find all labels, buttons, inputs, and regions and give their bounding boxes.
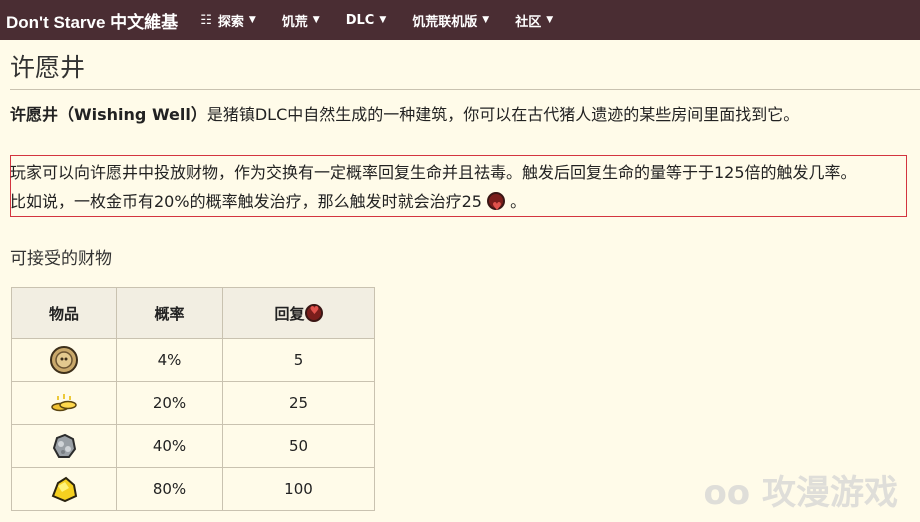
offerings-table: 物品 概率 回复 4% 5 <box>11 287 375 511</box>
mechanic-line-2-text: 比如说，一枚金币有20%的概率触发治疗，那么触发时就会治疗25 <box>10 192 482 211</box>
nav-dlc-label: DLC <box>345 12 375 28</box>
table-header-row: 物品 概率 回复 <box>11 287 375 339</box>
oinc-coin-icon[interactable] <box>49 345 79 375</box>
item-cell <box>11 424 117 468</box>
heal-cell: 5 <box>222 338 375 382</box>
probability-cell: 40% <box>116 424 223 468</box>
heal-cell: 25 <box>222 381 375 425</box>
page-title: 许愿井 <box>10 53 86 82</box>
item-cell <box>11 338 117 382</box>
heal-cell: 100 <box>222 467 375 511</box>
nav-together[interactable]: 饥荒联机版 ▼ <box>412 11 489 30</box>
item-cell <box>11 467 117 511</box>
chevron-down-icon: ▼ <box>482 15 490 25</box>
header-probability: 概率 <box>116 287 223 339</box>
nav-dont-starve[interactable]: 饥荒 ▼ <box>282 11 320 30</box>
map-icon: ☷ <box>200 12 212 28</box>
table-row: 4% 5 <box>11 338 375 382</box>
item-cell <box>11 381 117 425</box>
chevron-down-icon: ▼ <box>248 15 256 25</box>
mechanic-line-1: 玩家可以向许愿井中投放财物，作为交换有一定概率回复生命并且祛毒。触发后回复生命的… <box>10 163 857 182</box>
nav-together-label: 饥荒联机版 <box>412 14 478 30</box>
probability-cell: 4% <box>116 338 223 382</box>
nav-explore[interactable]: ☷ 探索 ▼ <box>200 11 256 30</box>
section-heading: 可接受的财物 <box>10 249 112 269</box>
chevron-down-icon: ▼ <box>546 15 554 25</box>
silver-ore-icon[interactable] <box>49 431 79 461</box>
header-heal-label: 回复 <box>274 304 305 323</box>
table-row: 80% 100 <box>11 467 375 511</box>
table-row: 20% 25 <box>11 381 375 425</box>
watermark: oo 攻漫游戏 <box>703 473 898 513</box>
nav-community-label: 社区 <box>515 14 542 30</box>
mechanic-line-2-end: 。 <box>510 192 527 211</box>
mechanic-paragraph: 玩家可以向许愿井中投放财物，作为交换有一定概率回复生命并且祛毒。触发后回复生命的… <box>10 158 915 221</box>
gold-nugget-icon[interactable] <box>49 474 79 504</box>
heal-cell: 50 <box>222 424 375 468</box>
intro-paragraph: 许愿井（Wishing Well）是猪镇DLC中自然生成的一种建筑，你可以在古代… <box>10 103 910 127</box>
intro-text: 是猪镇DLC中自然生成的一种建筑，你可以在古代猪人遗迹的某些房间里面找到它。 <box>206 105 800 124</box>
nav-dont-starve-label: 饥荒 <box>281 14 308 30</box>
nav-community[interactable]: 社区 ▼ <box>515 11 553 30</box>
chevron-down-icon: ▼ <box>312 15 320 25</box>
table-row: 40% 50 <box>11 424 375 468</box>
probability-cell: 80% <box>116 467 223 511</box>
nav-dlc[interactable]: DLC ▼ <box>346 13 387 28</box>
health-heart-icon <box>487 192 506 221</box>
mechanic-line-2: 比如说，一枚金币有20%的概率触发治疗，那么触发时就会治疗25 。 <box>10 187 915 221</box>
nav-explore-label: 探索 <box>217 14 244 30</box>
title-divider <box>10 89 920 90</box>
probability-cell: 20% <box>116 381 223 425</box>
top-navigation: Don't Starve 中文維基 ☷ 探索 ▼ 饥荒 ▼ DLC ▼ 饥荒联机… <box>0 0 920 40</box>
header-heal: 回复 <box>222 287 375 339</box>
health-heart-icon <box>304 303 323 322</box>
header-item: 物品 <box>11 287 117 339</box>
gold-coins-icon[interactable] <box>49 388 79 418</box>
chevron-down-icon: ▼ <box>379 15 387 25</box>
intro-bold-term: 许愿井（Wishing Well） <box>10 105 207 124</box>
site-brand[interactable]: Don't Starve 中文維基 <box>6 8 178 33</box>
